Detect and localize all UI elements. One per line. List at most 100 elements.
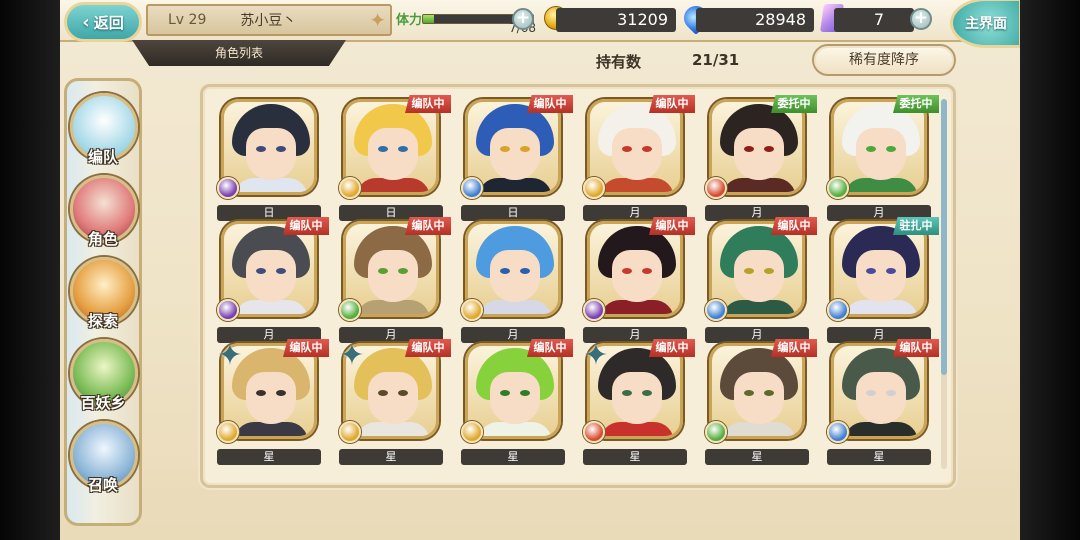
- status-badge: 委托中: [893, 95, 939, 113]
- portrait-eye: [886, 146, 896, 152]
- character-card[interactable]: 编队中月: [581, 95, 695, 221]
- side-menu-label: 召唤: [87, 476, 118, 494]
- main-screen-button[interactable]: 主界面: [950, 0, 1020, 48]
- right-letterbox: [1020, 0, 1080, 540]
- portrait-body: [844, 178, 918, 192]
- element-icon: [583, 421, 605, 443]
- stamina-bar-fill: [423, 15, 435, 23]
- element-icon: [461, 421, 483, 443]
- element-icon: [461, 177, 483, 199]
- top-bar: ‹ 返回 Lv 29 苏小豆丶 ✦ 体力 7/68 + 31209 28948 …: [60, 0, 1020, 48]
- add-gems-button[interactable]: +: [910, 8, 932, 30]
- side-menu-item[interactable]: 探索: [67, 257, 139, 330]
- portrait-body: [600, 422, 674, 436]
- portrait-eye: [398, 268, 408, 274]
- status-badge: 编队中: [405, 217, 451, 235]
- back-button[interactable]: ‹ 返回: [64, 2, 142, 42]
- portrait-face: [490, 372, 540, 424]
- portrait-face: [612, 250, 662, 302]
- star-rank-icon: ✦: [217, 338, 243, 373]
- side-menu-item[interactable]: 百妖乡: [67, 339, 139, 412]
- portrait-eye: [276, 390, 286, 396]
- portrait-eye: [622, 146, 632, 152]
- element-icon: [217, 299, 239, 321]
- character-card[interactable]: ✦ 编队中星: [581, 339, 695, 465]
- side-menu-item[interactable]: 角色: [67, 175, 139, 248]
- character-card[interactable]: 编队中日: [337, 95, 451, 221]
- star-rank-icon: ✦: [583, 338, 609, 373]
- scrollbar[interactable]: [941, 99, 947, 469]
- status-badge: 编队中: [649, 217, 695, 235]
- element-icon: [705, 421, 727, 443]
- portrait-face: [246, 128, 296, 180]
- portrait-eye: [744, 390, 754, 396]
- portrait-face: [368, 128, 418, 180]
- character-card[interactable]: 编队中日: [459, 95, 573, 221]
- portrait-body: [234, 422, 308, 436]
- page-title: 角色列表: [132, 40, 346, 66]
- game-screen: ‹ 返回 Lv 29 苏小豆丶 ✦ 体力 7/68 + 31209 28948 …: [60, 0, 1020, 540]
- portrait-eye: [520, 146, 530, 152]
- side-menu-label: 探索: [87, 312, 118, 330]
- portrait-eye: [520, 268, 530, 274]
- element-icon: [339, 299, 361, 321]
- status-badge: 编队中: [649, 95, 695, 113]
- portrait-eye: [500, 390, 510, 396]
- element-icon: [705, 177, 727, 199]
- portrait-body: [356, 178, 430, 192]
- portrait-face: [734, 372, 784, 424]
- status-badge: 编队中: [405, 95, 451, 113]
- status-badge: 委托中: [771, 95, 817, 113]
- character-card[interactable]: 编队中月: [337, 217, 451, 343]
- sort-rarity-button[interactable]: 稀有度降序: [812, 44, 956, 76]
- side-menu-item[interactable]: 召唤: [67, 421, 139, 494]
- portrait-eye: [866, 268, 876, 274]
- main-screen-label: 主界面: [965, 16, 1007, 32]
- character-card[interactable]: 驻扎中月: [825, 217, 939, 343]
- portrait-eye: [622, 390, 632, 396]
- portrait-face: [246, 372, 296, 424]
- portrait-eye: [500, 146, 510, 152]
- character-card[interactable]: 编队中星: [459, 339, 573, 465]
- character-card[interactable]: 月: [459, 221, 567, 343]
- side-menu-item[interactable]: 编队: [67, 93, 139, 166]
- portrait-body: [844, 300, 918, 314]
- portrait-face: [856, 250, 906, 302]
- portrait-face: [856, 128, 906, 180]
- character-card[interactable]: ✦ 编队中星: [337, 339, 451, 465]
- portrait-eye: [500, 268, 510, 274]
- element-icon: [583, 177, 605, 199]
- portrait-eye: [378, 390, 388, 396]
- character-card[interactable]: 编队中月: [215, 217, 329, 343]
- character-card[interactable]: 编队中月: [703, 217, 817, 343]
- portrait-face: [612, 372, 662, 424]
- star-rank-icon: ✦: [339, 338, 365, 373]
- portrait-body: [356, 422, 430, 436]
- character-card[interactable]: 日: [215, 99, 323, 221]
- element-icon: [705, 299, 727, 321]
- portrait-eye: [642, 146, 652, 152]
- character-rarity-label: 星: [827, 449, 931, 465]
- add-stamina-button[interactable]: +: [512, 8, 534, 30]
- character-card[interactable]: 委托中月: [703, 95, 817, 221]
- portrait-body: [234, 178, 308, 192]
- portrait-eye: [378, 146, 388, 152]
- portrait-body: [478, 422, 552, 436]
- side-menu-label: 编队: [87, 148, 118, 166]
- chevron-left-icon: ‹: [82, 11, 90, 33]
- character-card[interactable]: 委托中月: [825, 95, 939, 221]
- character-card[interactable]: ✦ 编队中星: [215, 339, 329, 465]
- character-card[interactable]: 编队中月: [581, 217, 695, 343]
- status-badge: 编队中: [405, 339, 451, 357]
- character-grid: 日编队中日编队中日编队中月委托中月委托中月编队中月编队中月月编队中月编队中月驻扎…: [215, 95, 939, 479]
- scrollbar-thumb[interactable]: [941, 99, 947, 375]
- character-card[interactable]: 编队中星: [703, 339, 817, 465]
- left-letterbox: [0, 0, 60, 540]
- side-menu: 编队角色探索百妖乡召唤: [64, 78, 142, 526]
- portrait-face: [734, 128, 784, 180]
- portrait-eye: [764, 268, 774, 274]
- character-card[interactable]: 编队中星: [825, 339, 939, 465]
- status-badge: 编队中: [283, 217, 329, 235]
- player-name: 苏小豆丶: [240, 13, 297, 29]
- portrait-eye: [398, 390, 408, 396]
